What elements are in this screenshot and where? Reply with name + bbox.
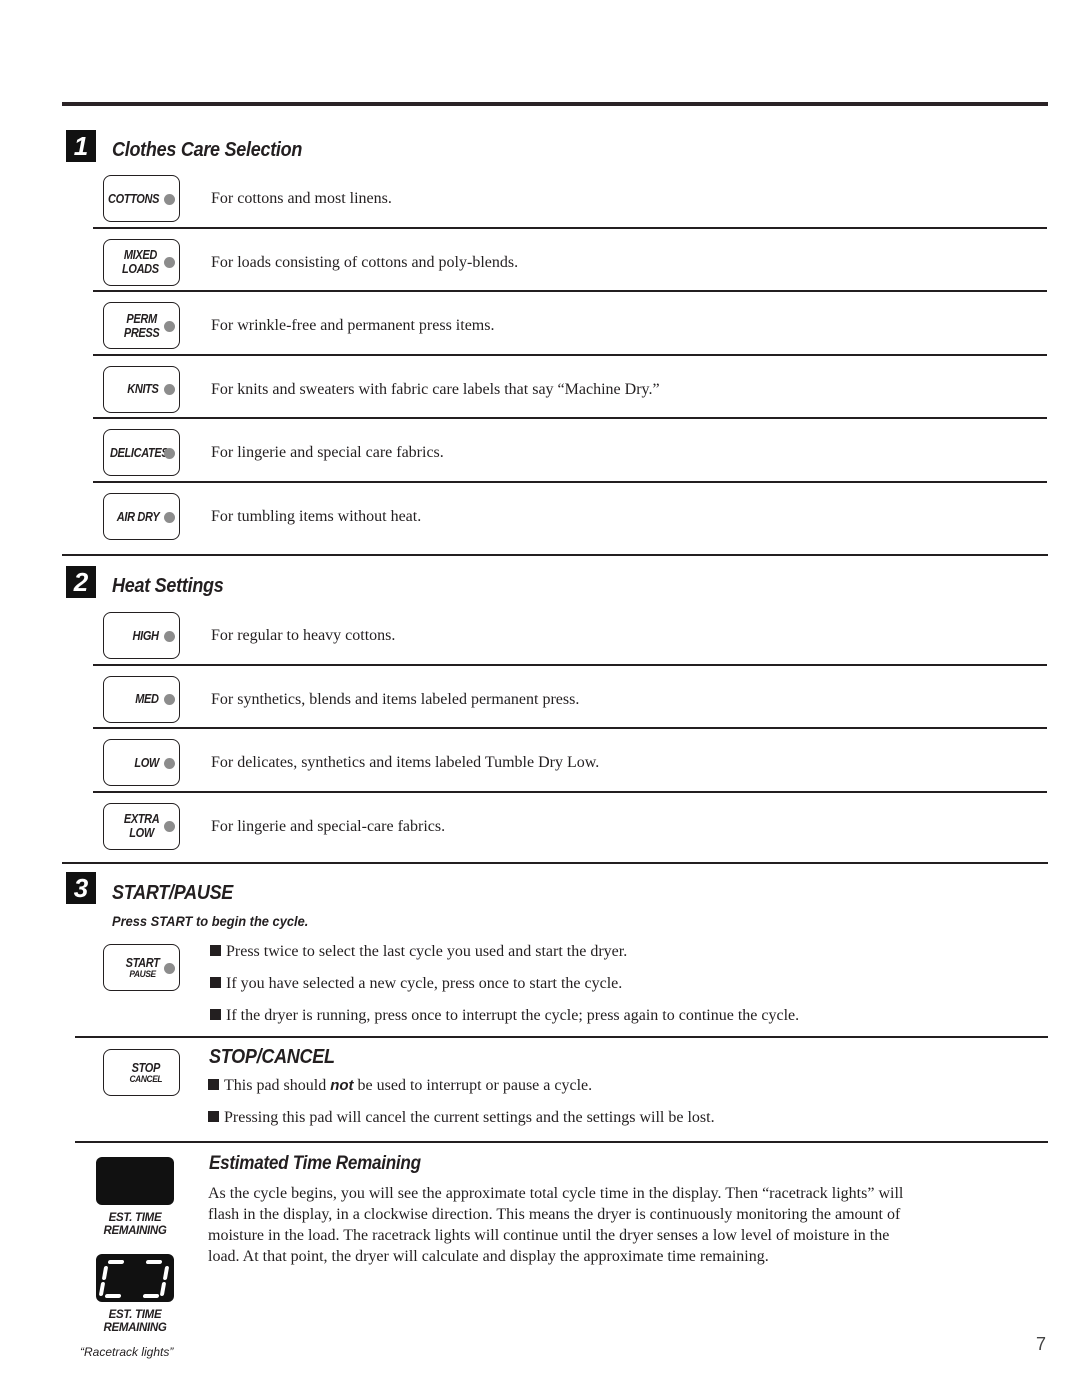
- racetrack-caption: “Racetrack lights”: [80, 1345, 174, 1359]
- racetrack-segment: [145, 1260, 163, 1264]
- pad-label-line: EXTRA: [123, 812, 159, 826]
- racetrack-segment: [104, 1294, 122, 1298]
- racetrack-segment: [101, 1266, 109, 1280]
- cycle-option-description: For wrinkle-free and permanent press ite…: [211, 317, 495, 335]
- bullet-square-icon: [208, 1111, 219, 1122]
- pad-label-line: KNITS: [127, 382, 160, 397]
- indicator-light-icon: [164, 193, 175, 205]
- pad-label-line: COTTONS: [107, 191, 159, 206]
- cycle-option-pad[interactable]: AIR DRY: [103, 493, 180, 540]
- indicator-light-icon: [164, 821, 175, 832]
- racetrack-segment: [98, 1282, 106, 1296]
- pad-label-line: LOW: [128, 826, 154, 840]
- racetrack-segment: [162, 1266, 170, 1280]
- start-bullet: Press twice to select the last cycle you…: [210, 943, 627, 961]
- section-divider: [75, 1036, 1048, 1038]
- row-divider: [93, 290, 1047, 293]
- pad-label-line: STOP: [131, 1060, 160, 1075]
- heat-option-pad[interactable]: LOW: [103, 739, 180, 786]
- bullet-square-icon: [210, 1009, 221, 1020]
- row-divider: [93, 727, 1047, 729]
- pad-label-line: LOADS: [122, 262, 159, 277]
- section-title-heat-settings: Heat Settings: [112, 575, 224, 597]
- cycle-option-description: For lingerie and special care fabrics.: [211, 444, 444, 462]
- racetrack-segment: [107, 1260, 125, 1264]
- section-divider: [62, 862, 1048, 864]
- time-display-blank: [96, 1157, 174, 1205]
- indicator-light-icon: [164, 447, 175, 459]
- heat-option-description: For synthetics, blends and items labeled…: [211, 690, 580, 708]
- pad-label-line: DELICATES: [109, 445, 169, 460]
- cycle-option-description: For tumbling items without heat.: [211, 508, 422, 525]
- start-bullet: If you have selected a new cycle, press …: [210, 975, 622, 993]
- racetrack-segment: [142, 1294, 160, 1298]
- heat-option-pad[interactable]: EXTRA LOW: [103, 802, 180, 850]
- indicator-light-icon: [164, 630, 175, 642]
- stop-bullet: Pressing this pad will cancel the curren…: [208, 1109, 715, 1127]
- racetrack-segment: [159, 1282, 167, 1296]
- pad-label-line: AIR DRY: [116, 509, 159, 524]
- time-display-racetrack: [96, 1254, 174, 1302]
- section-number-1: 1: [66, 130, 96, 162]
- start-bullet: If the dryer is running, press once to i…: [210, 1007, 799, 1025]
- heat-option-description: For lingerie and special-care fabrics.: [211, 817, 446, 835]
- pad-label-line: PAUSE: [129, 968, 157, 980]
- pad-label-line: MED: [135, 692, 160, 706]
- cycle-option-pad[interactable]: KNITS: [103, 365, 180, 413]
- section-number-2: 2: [66, 566, 96, 598]
- cycle-option-pad[interactable]: PERM PRESS: [103, 302, 180, 350]
- section-divider: [62, 554, 1048, 556]
- pad-label-line: CANCEL: [129, 1073, 162, 1085]
- start-pause-pad[interactable]: START PAUSE: [103, 944, 180, 991]
- cycle-option-description: For cottons and most linens.: [211, 190, 392, 207]
- heat-option-description: For delicates, synthetics and items labe…: [211, 754, 600, 771]
- stop-bullet: This pad should not be used to interrupt…: [208, 1077, 592, 1095]
- indicator-light-icon: [164, 257, 175, 269]
- indicator-light-icon: [164, 962, 175, 974]
- heat-option-description: For regular to heavy cottons.: [211, 627, 396, 644]
- pad-label-line: PRESS: [123, 325, 159, 340]
- emphasis-not: not: [330, 1077, 354, 1094]
- indicator-light-icon: [164, 320, 175, 332]
- heat-option-pad[interactable]: MED: [103, 675, 180, 723]
- row-divider: [93, 417, 1047, 420]
- cycle-option-pad[interactable]: COTTONS: [103, 175, 180, 222]
- display-label: EST. TIME REMAINING: [103, 1212, 167, 1237]
- cycle-option-description: For knits and sweaters with fabric care …: [211, 380, 660, 398]
- indicator-light-icon: [164, 384, 175, 396]
- stop-cancel-title: STOP/CANCEL: [209, 1046, 335, 1068]
- indicator-light-icon: [164, 757, 175, 769]
- indicator-light-icon: [164, 694, 175, 705]
- start-subtitle: Press START to begin the cycle.: [112, 913, 309, 929]
- display-label: EST. TIME REMAINING: [103, 1309, 167, 1334]
- row-divider: [93, 481, 1047, 483]
- bullet-square-icon: [210, 945, 221, 956]
- row-divider: [93, 353, 1047, 356]
- bullet-square-icon: [210, 977, 221, 988]
- cycle-option-pad[interactable]: MIXED LOADS: [103, 238, 180, 286]
- page-number: 7: [1036, 1334, 1047, 1354]
- pad-label-line: START: [126, 955, 160, 970]
- pad-label-line: MIXED: [124, 248, 158, 263]
- pad-label-line: HIGH: [132, 628, 159, 643]
- cycle-option-pad[interactable]: DELICATES: [103, 429, 180, 477]
- row-divider: [93, 790, 1047, 793]
- indicator-light-icon: [164, 511, 175, 523]
- heat-option-pad[interactable]: HIGH: [103, 612, 180, 659]
- top-rule: [62, 102, 1048, 106]
- stop-cancel-pad[interactable]: STOP CANCEL: [103, 1049, 180, 1096]
- row-divider: [93, 226, 1047, 229]
- est-time-paragraph: As the cycle begins, you will see the ap…: [208, 1185, 904, 1265]
- pad-label-line: PERM: [126, 311, 157, 326]
- est-time-title: Estimated Time Remaining: [209, 1153, 421, 1174]
- section-title-clothes-care: Clothes Care Selection: [112, 139, 303, 161]
- bullet-square-icon: [208, 1079, 219, 1090]
- cycle-option-description: For loads consisting of cottons and poly…: [211, 253, 519, 271]
- pad-label-line: LOW: [134, 755, 159, 770]
- section-number-3: 3: [66, 872, 96, 904]
- row-divider: [93, 663, 1047, 666]
- section-divider: [75, 1141, 1048, 1143]
- section-title-start-pause: START/PAUSE: [112, 882, 234, 904]
